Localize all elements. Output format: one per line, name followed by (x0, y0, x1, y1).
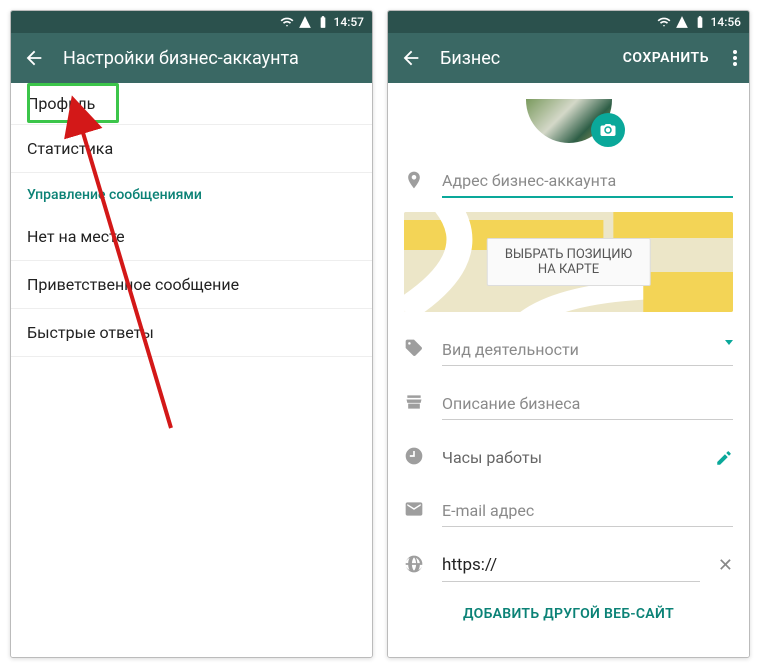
camera-icon (599, 121, 617, 139)
location-icon (404, 170, 424, 190)
email-row (404, 495, 733, 527)
page-title: Настройки бизнес-аккаунта (63, 48, 360, 69)
clock-icon (404, 446, 424, 466)
clear-icon[interactable]: ✕ (718, 555, 733, 576)
store-icon (404, 392, 424, 412)
description-input[interactable] (442, 388, 733, 420)
app-bar: Настройки бизнес-аккаунта (11, 33, 372, 83)
tag-icon (404, 338, 424, 358)
pencil-icon[interactable] (715, 449, 733, 467)
status-bar: 14:56 (388, 11, 749, 33)
list-item-greeting[interactable]: Приветственное сообщение (11, 261, 372, 309)
settings-list: Профиль Статистика Управление сообщениям… (11, 83, 372, 657)
globe-icon (404, 554, 424, 574)
profile-form: ВЫБРАТЬ ПОЗИЦИЮ НА КАРТЕ Часы работы ✕ Д… (388, 83, 749, 657)
chevron-down-icon (725, 340, 733, 345)
website-row: ✕ (404, 549, 733, 582)
description-row (404, 388, 733, 420)
list-item-away[interactable]: Нет на месте (11, 213, 372, 261)
phone-right: 14:56 Бизнес СОХРАНИТЬ ВЫ (387, 10, 750, 658)
website-input[interactable] (442, 549, 700, 582)
avatar-row (404, 83, 733, 143)
signal-icon (675, 15, 689, 29)
app-bar: Бизнес СОХРАНИТЬ (388, 33, 749, 83)
add-website-button[interactable]: ДОБАВИТЬ ДРУГОЙ ВЕБ-САЙТ (404, 582, 733, 632)
status-time: 14:56 (711, 15, 741, 29)
phone-left: 14:57 Настройки бизнес-аккаунта Профиль … (10, 10, 373, 658)
overflow-menu-icon[interactable] (733, 50, 737, 66)
map-preview[interactable]: ВЫБРАТЬ ПОЗИЦИЮ НА КАРТЕ (404, 212, 733, 312)
signal-icon (298, 15, 312, 29)
wifi-icon (657, 15, 671, 29)
back-icon[interactable] (23, 47, 45, 69)
list-item-profile[interactable]: Профиль (11, 83, 372, 125)
page-title: Бизнес (440, 48, 605, 69)
list-item-stats[interactable]: Статистика (11, 125, 372, 173)
category-input[interactable] (442, 334, 733, 366)
address-row (404, 165, 733, 198)
status-bar: 14:57 (11, 11, 372, 33)
hours-row[interactable]: Часы работы (404, 442, 733, 473)
email-input[interactable] (442, 495, 733, 527)
status-time: 14:57 (334, 15, 364, 29)
address-input[interactable] (442, 165, 733, 198)
list-item-quick[interactable]: Быстрые ответы (11, 309, 372, 357)
hours-label: Часы работы (442, 442, 697, 473)
camera-button[interactable] (591, 113, 625, 147)
section-header: Управление сообщениями (11, 173, 372, 213)
email-icon (404, 499, 424, 519)
battery-icon (316, 15, 330, 29)
category-row[interactable] (404, 334, 733, 366)
back-icon[interactable] (400, 47, 422, 69)
save-button[interactable]: СОХРАНИТЬ (623, 50, 709, 66)
wifi-icon (280, 15, 294, 29)
map-pick-button[interactable]: ВЫБРАТЬ ПОЗИЦИЮ НА КАРТЕ (486, 238, 651, 286)
battery-icon (693, 15, 707, 29)
